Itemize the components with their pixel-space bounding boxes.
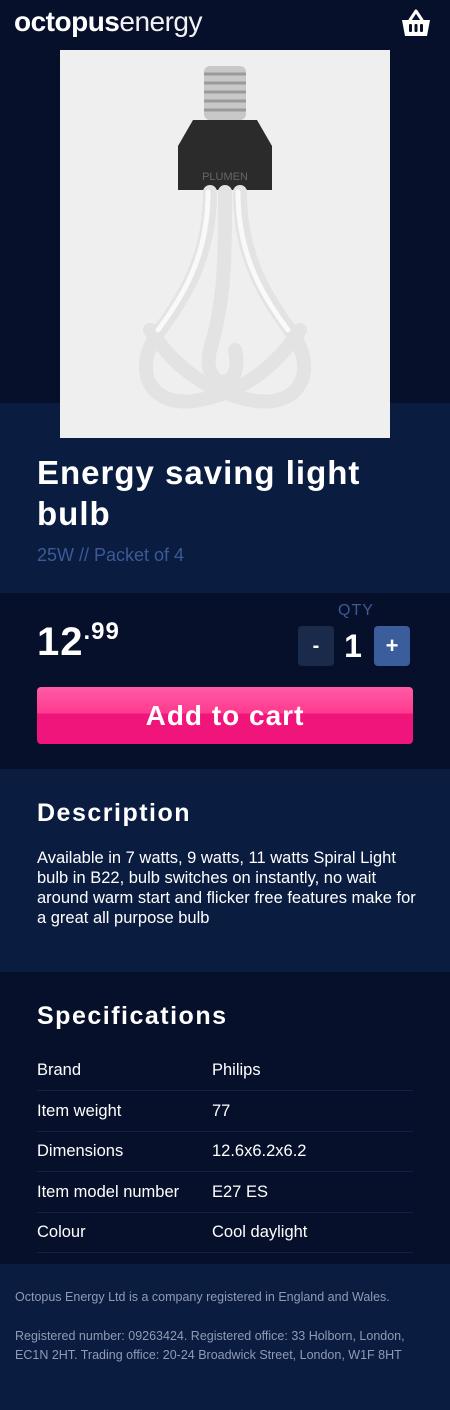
specifications-heading: Specifications <box>37 1002 228 1030</box>
price-whole: 12 <box>37 620 84 664</box>
footer-registration-text: Registered number: 09263424. Registered … <box>15 1329 405 1362</box>
qty-increase-button[interactable]: + <box>374 626 410 666</box>
product-subtitle: 25W // Packet of 4 <box>37 545 185 565</box>
spec-row: Dimensions 12.6x6.2x6.2 <box>37 1132 413 1172</box>
description-heading: Description <box>37 799 192 827</box>
spec-row: Colour Cool daylight <box>37 1213 413 1253</box>
spec-key: Item model number <box>37 1183 180 1201</box>
logo-bold-text: octopus <box>14 6 120 37</box>
qty-label: QTY <box>338 602 374 619</box>
logo-light-text: energy <box>119 6 203 37</box>
qty-decrease-button[interactable]: - <box>298 626 334 666</box>
spec-key: Item weight <box>37 1102 122 1120</box>
footer-company-text: Octopus Energy Ltd is a company register… <box>15 1290 390 1304</box>
spec-value: E27 ES <box>212 1183 268 1201</box>
spec-row: Item model number E27 ES <box>37 1173 413 1213</box>
spec-key: Brand <box>37 1061 82 1079</box>
basket-icon[interactable] <box>400 8 432 38</box>
octopus-energy-logo[interactable]: octopusenergy <box>14 6 203 38</box>
bulb-brand-text: PLUMEN <box>202 171 248 183</box>
price: 12.99 <box>37 618 120 665</box>
add-to-cart-button[interactable]: Add to cart <box>37 687 413 744</box>
spec-key: Dimensions <box>37 1142 124 1160</box>
spec-row: Item weight 77 <box>37 1092 413 1132</box>
spec-key: Colour <box>37 1223 86 1241</box>
spec-value: Philips <box>212 1061 261 1079</box>
spec-value: Cool daylight <box>212 1223 308 1241</box>
description-text: Available in 7 watts, 9 watts, 11 watts … <box>37 849 416 927</box>
footer: Octopus Energy Ltd is a company register… <box>0 1264 450 1410</box>
product-image: PLUMEN <box>60 50 390 438</box>
qty-value: 1 <box>344 628 362 664</box>
spec-value: 12.6x6.2x6.2 <box>212 1142 307 1160</box>
spec-row: Brand Philips <box>37 1051 413 1091</box>
product-title: Energy saving light bulb <box>37 454 361 532</box>
spec-value: 77 <box>212 1102 231 1120</box>
price-fraction: .99 <box>83 618 120 645</box>
